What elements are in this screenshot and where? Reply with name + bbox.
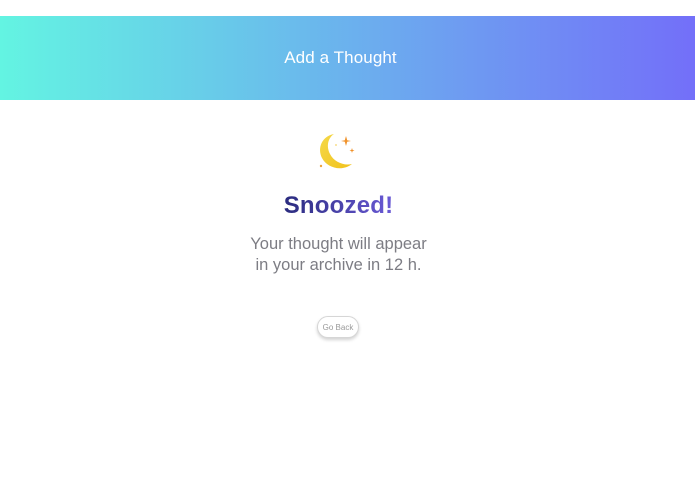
snooze-message-line-1: Your thought will appear [250, 235, 427, 253]
snoozed-headline: Snoozed! [283, 192, 394, 219]
header-title: Add a Thought [284, 48, 397, 67]
header-bar: Add a Thought [0, 16, 695, 100]
snooze-confirmation-page: Add a Thought Snoozed! Your thought will… [0, 0, 695, 494]
crescent-moon-icon [314, 130, 362, 174]
snooze-message-line-2: in your archive in 12 h. [255, 256, 422, 274]
snooze-message: Your thought will appear in your archive… [0, 234, 677, 276]
go-back-button[interactable]: Go Back [317, 316, 359, 338]
